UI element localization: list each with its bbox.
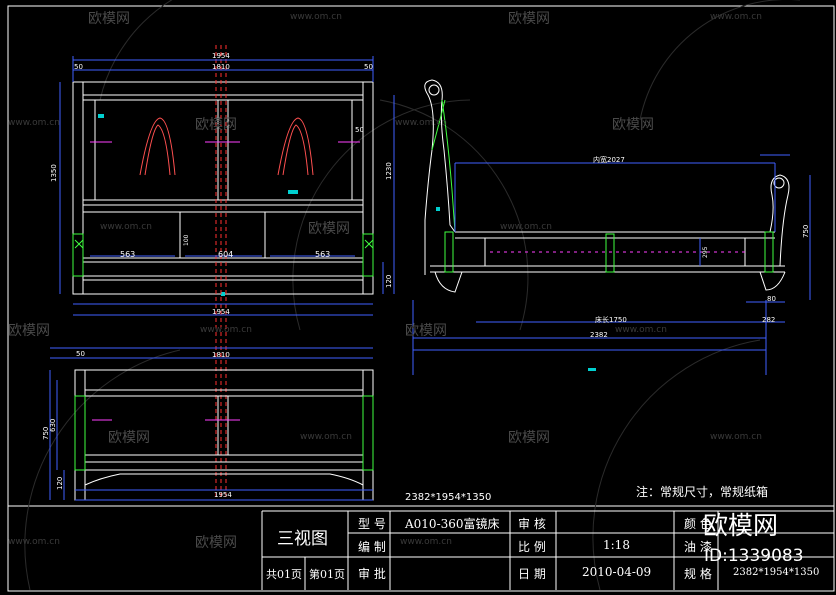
sheet-frame [7,5,835,592]
dim-front-mid-small: 100 [183,234,190,246]
watermark-url: www.om.cn [710,12,762,22]
spec-value: 2382*1954*1350 [733,567,820,578]
dim-foot-bottom-total: 1954 [214,491,232,499]
watermark-url: www.om.cn [100,222,152,232]
dim-front-panel-left: 563 [120,250,136,259]
review-label: 审 核 [518,517,546,531]
dim-front-right-height: 1230 [385,162,393,180]
dim-side-right-small: 80 [767,295,776,303]
brand-logo: 欧模网 [703,511,779,540]
watermark-url: www.om.cn [8,118,60,128]
approve-label: 审 批 [358,567,386,581]
dim-foot-top-small: 50 [76,350,85,358]
watermark-url: www.om.cn [8,537,60,547]
spec-label: 规 格 [684,567,712,581]
view-name: 三视图 [277,529,328,549]
watermark-url: www.om.cn [200,325,252,335]
dim-side-right-height: 750 [802,224,810,238]
model-label: 型 号 [358,517,386,531]
dim-front-panel-mid: 604 [218,250,234,259]
watermark-url: www.om.cn [290,12,342,22]
dim-front-panel-right: 563 [315,250,331,259]
model-value: A010-360富镜床 [405,517,500,531]
watermark-logo: 欧模网 [612,117,654,133]
dim-front-bottom-gap: 120 [385,274,393,288]
watermark-logo: 欧模网 [508,11,550,27]
dim-side-mid-height: 295 [702,246,709,258]
dim-foot-height-c: 120 [56,476,64,490]
dim-side-total-len: 2382 [590,331,608,339]
page-number: 第01页 [309,568,345,581]
watermark-logo: 欧模网 [88,11,130,27]
side-view [424,79,790,293]
watermark-url: www.om.cn [300,432,352,442]
dim-front-bottom-total: 1954 [212,308,230,316]
watermark-url: www.om.cn [400,537,452,547]
watermark-url: www.om.cn [710,432,762,442]
dim-side-bed-len: 床长1750 [595,316,627,324]
date-label: 日 期 [518,567,546,581]
dim-foot-top-inner: 1810 [212,351,230,359]
watermark-logo: 欧模网 [195,535,237,551]
watermark-logo: 欧模网 [508,430,550,446]
dim-front-inner: 1810 [212,63,230,71]
dim-side-inner: 内宽2027 [593,156,625,164]
dim-front-left-post: 50 [74,63,83,71]
watermark-url: www.om.cn [395,118,447,128]
drafter-label: 编 制 [358,540,386,554]
scale-value: 1:18 [603,538,630,552]
foot-dimensions [49,347,373,501]
watermark-url: www.om.cn [500,222,552,232]
dim-front-side-small: 50 [355,126,364,134]
total-pages: 共01页 [266,568,302,581]
brand-id: ID:1339083 [704,546,804,566]
dim-front-total: 1954 [212,52,230,60]
overall-dimensions: 2382*1954*1350 [405,492,492,503]
watermark-logo: 欧模网 [108,430,150,446]
watermark-logo: 欧模网 [308,221,350,237]
drawing-note: 注：常规尺寸，常规纸箱 [636,485,769,499]
watermark-logo: 欧模网 [8,323,50,339]
scale-label: 比 例 [518,540,546,554]
dim-side-right-ext: 282 [762,316,776,324]
watermark-logo: 欧模网 [405,323,447,339]
watermark-url: www.om.cn [615,325,667,335]
watermark-logo: 欧模网 [195,117,237,133]
dim-front-height: 1350 [50,164,58,182]
dim-front-right-post: 50 [364,63,373,71]
date-value: 2010-04-09 [582,565,652,579]
dim-foot-height-b: 630 [49,418,57,432]
